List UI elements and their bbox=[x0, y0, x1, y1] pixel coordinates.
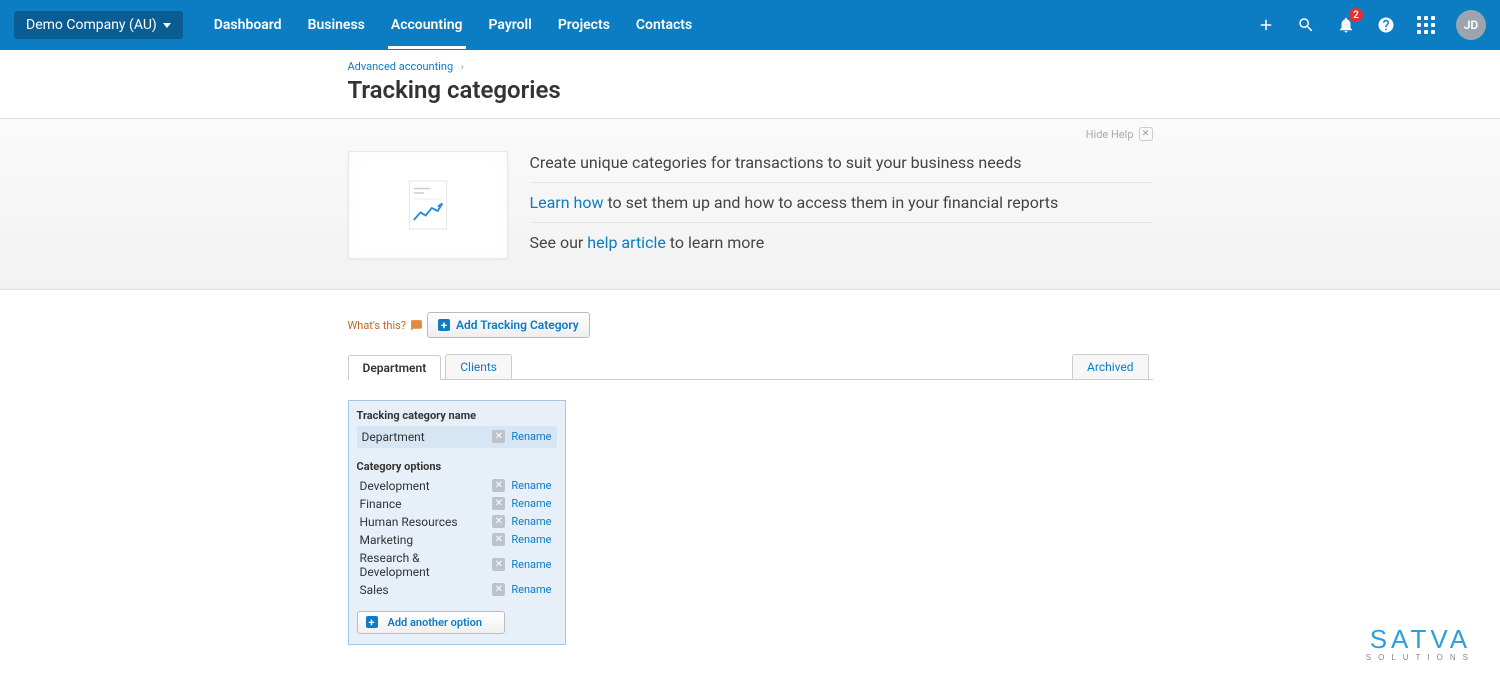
notifications-icon[interactable]: 2 bbox=[1336, 15, 1356, 35]
tab-department[interactable]: Department bbox=[348, 355, 442, 380]
top-header: Demo Company (AU) Dashboard Business Acc… bbox=[0, 0, 1500, 50]
category-name-row: Department ✕ Rename bbox=[357, 426, 557, 448]
option-name: Development bbox=[360, 479, 493, 493]
category-panel: Tracking category name Department ✕ Rena… bbox=[348, 400, 566, 645]
learn-how-link[interactable]: Learn how bbox=[530, 193, 604, 212]
help-icon[interactable] bbox=[1376, 15, 1396, 35]
add-option-button[interactable]: + Add another option bbox=[357, 611, 505, 634]
rename-option-link[interactable]: Rename bbox=[511, 479, 551, 492]
chevron-right-icon: › bbox=[461, 62, 464, 73]
option-row: Research & Development✕ Rename bbox=[357, 549, 557, 581]
rename-option-link[interactable]: Rename bbox=[511, 533, 551, 546]
add-icon[interactable] bbox=[1256, 15, 1276, 35]
help-illustration bbox=[348, 151, 508, 259]
nav-projects[interactable]: Projects bbox=[545, 1, 623, 49]
help-area: Hide Help ✕ Create unique categories for… bbox=[0, 119, 1500, 290]
rename-option-link[interactable]: Rename bbox=[511, 583, 551, 596]
add-tracking-category-button[interactable]: + Add Tracking Category bbox=[427, 312, 590, 338]
avatar[interactable]: JD bbox=[1456, 10, 1486, 40]
hide-help-button[interactable]: Hide Help ✕ bbox=[1086, 127, 1153, 141]
option-row: Development✕ Rename bbox=[357, 477, 557, 495]
main-content: What's this? + Add Tracking Category Dep… bbox=[0, 290, 1500, 685]
hide-help-label: Hide Help bbox=[1086, 128, 1134, 141]
nav-accounting[interactable]: Accounting bbox=[378, 1, 476, 49]
speech-bubble-icon bbox=[410, 319, 423, 332]
delete-icon[interactable]: ✕ bbox=[492, 533, 505, 546]
page-title: Tracking categories bbox=[348, 76, 1153, 104]
tabs: Department Clients Archived bbox=[348, 354, 1153, 380]
delete-icon[interactable]: ✕ bbox=[492, 497, 505, 510]
help-line-3: See our help article to learn more bbox=[530, 223, 1153, 252]
category-name: Department bbox=[362, 430, 493, 444]
breadcrumb-link[interactable]: Advanced accounting bbox=[348, 60, 454, 73]
delete-icon[interactable]: ✕ bbox=[492, 558, 505, 571]
org-name: Demo Company (AU) bbox=[26, 17, 157, 33]
tab-clients[interactable]: Clients bbox=[445, 354, 512, 379]
option-name: Marketing bbox=[360, 533, 493, 547]
apps-icon[interactable] bbox=[1416, 15, 1436, 35]
search-icon[interactable] bbox=[1296, 15, 1316, 35]
nav-business[interactable]: Business bbox=[295, 1, 378, 49]
rename-option-link[interactable]: Rename bbox=[511, 497, 551, 510]
watermark: SATVA SOLUTIONS bbox=[1366, 624, 1475, 662]
help-line-1: Create unique categories for transaction… bbox=[530, 153, 1153, 183]
notification-badge: 2 bbox=[1349, 8, 1363, 22]
option-name: Finance bbox=[360, 497, 493, 511]
help-line-2: Learn how to set them up and how to acce… bbox=[530, 183, 1153, 223]
nav-contacts[interactable]: Contacts bbox=[623, 1, 705, 49]
help-text: Create unique categories for transaction… bbox=[530, 151, 1153, 252]
option-row: Finance✕ Rename bbox=[357, 495, 557, 513]
tab-archived[interactable]: Archived bbox=[1072, 354, 1148, 379]
option-row: Human Resources✕ Rename bbox=[357, 513, 557, 531]
org-selector[interactable]: Demo Company (AU) bbox=[14, 11, 183, 39]
option-name: Sales bbox=[360, 583, 493, 597]
plus-icon: + bbox=[438, 319, 450, 331]
help-article-link[interactable]: help article bbox=[587, 233, 666, 252]
options-label: Category options bbox=[357, 460, 557, 473]
title-section: Advanced accounting › Tracking categorie… bbox=[0, 50, 1500, 119]
option-name: Research & Development bbox=[360, 551, 493, 579]
nav-dashboard[interactable]: Dashboard bbox=[201, 1, 295, 49]
option-row: Sales✕ Rename bbox=[357, 581, 557, 599]
rename-category-link[interactable]: Rename bbox=[511, 430, 551, 443]
whats-this-link[interactable]: What's this? bbox=[348, 319, 424, 332]
close-icon: ✕ bbox=[1139, 127, 1153, 141]
delete-icon[interactable]: ✕ bbox=[492, 515, 505, 528]
main-nav: Dashboard Business Accounting Payroll Pr… bbox=[201, 1, 705, 49]
breadcrumb: Advanced accounting › bbox=[348, 60, 1153, 73]
delete-icon[interactable]: ✕ bbox=[492, 479, 505, 492]
option-name: Human Resources bbox=[360, 515, 493, 529]
chevron-down-icon bbox=[163, 23, 171, 28]
plus-icon: + bbox=[366, 616, 378, 628]
option-row: Marketing✕ Rename bbox=[357, 531, 557, 549]
rename-option-link[interactable]: Rename bbox=[511, 515, 551, 528]
header-actions: 2 JD bbox=[1256, 10, 1486, 40]
nav-payroll[interactable]: Payroll bbox=[476, 1, 545, 49]
rename-option-link[interactable]: Rename bbox=[511, 558, 551, 571]
delete-icon[interactable]: ✕ bbox=[492, 430, 505, 443]
delete-icon[interactable]: ✕ bbox=[492, 583, 505, 596]
tracking-name-label: Tracking category name bbox=[357, 409, 557, 422]
